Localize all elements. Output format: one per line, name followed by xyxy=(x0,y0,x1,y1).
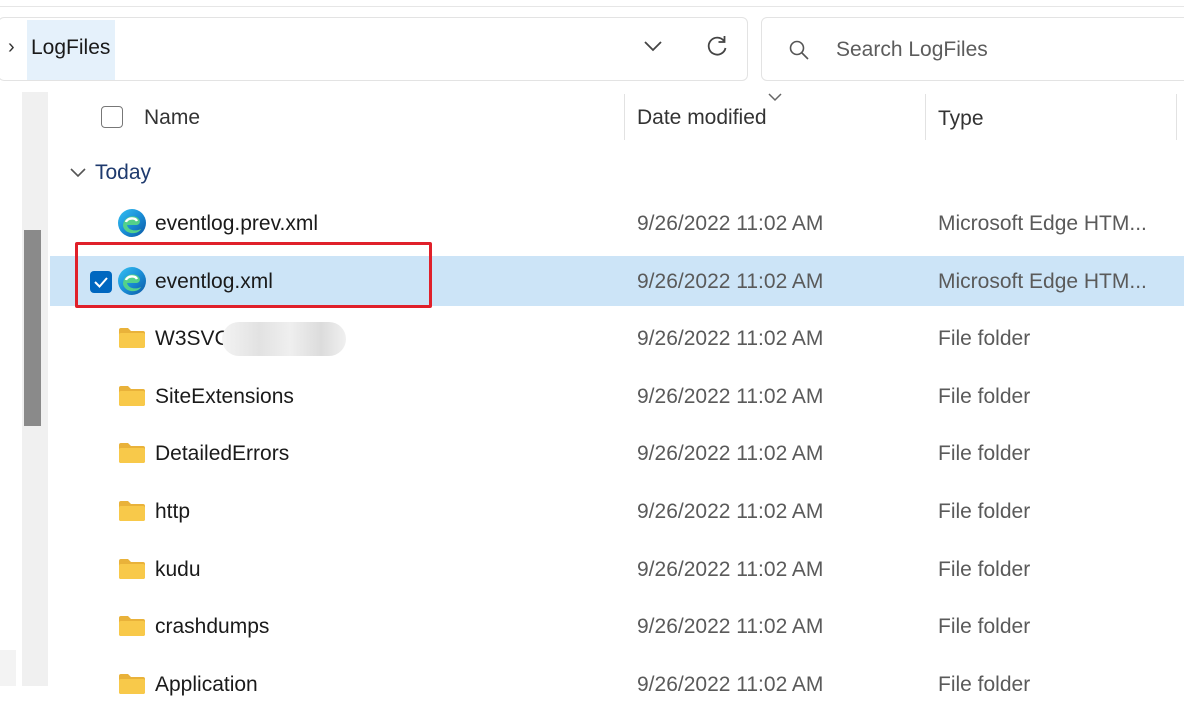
file-type: File folder xyxy=(938,615,1031,639)
select-all-checkbox[interactable] xyxy=(101,106,123,128)
file-name[interactable]: kudu xyxy=(155,558,201,582)
breadcrumb-logfiles[interactable]: LogFiles xyxy=(31,36,110,60)
column-header-name[interactable]: Name xyxy=(144,106,200,130)
search-input[interactable]: Search LogFiles xyxy=(836,38,988,62)
folder-icon xyxy=(118,500,146,527)
file-date-modified: 9/26/2022 11:02 AM xyxy=(637,672,824,696)
file-date-modified: 9/26/2022 11:02 AM xyxy=(637,442,824,466)
column-header-type[interactable]: Type xyxy=(938,107,984,131)
chevron-down-icon[interactable] xyxy=(641,36,665,61)
group-collapse-chevron-icon[interactable] xyxy=(69,166,87,185)
file-type: File folder xyxy=(938,384,1031,408)
column-divider[interactable] xyxy=(624,94,625,140)
group-header-today[interactable]: Today xyxy=(95,161,151,185)
file-type: File folder xyxy=(938,557,1031,581)
folder-icon xyxy=(118,673,146,700)
file-type: Microsoft Edge HTM... xyxy=(938,212,1147,235)
edge-icon xyxy=(117,208,147,243)
sort-indicator-icon xyxy=(767,89,783,107)
file-name[interactable]: W3SVC xyxy=(155,327,230,351)
breadcrumb-separator-icon[interactable]: › xyxy=(8,36,15,59)
file-date-modified: 9/26/2022 11:02 AM xyxy=(637,327,824,351)
file-type: File folder xyxy=(938,500,1031,523)
file-name[interactable]: DetailedErrors xyxy=(155,442,289,466)
file-name[interactable]: Application xyxy=(155,673,258,697)
file-date-modified: 9/26/2022 11:02 AM xyxy=(637,269,824,293)
file-name[interactable]: eventlog.prev.xml xyxy=(155,212,318,236)
column-header-date-modified[interactable]: Date modified xyxy=(637,106,767,130)
file-type: File folder xyxy=(938,327,1031,351)
file-name[interactable]: crashdumps xyxy=(155,615,269,639)
redacted-name-blur xyxy=(222,322,346,356)
file-date-modified: 9/26/2022 11:02 AM xyxy=(637,212,824,235)
folder-icon xyxy=(118,385,146,412)
file-date-modified: 9/26/2022 11:02 AM xyxy=(637,500,824,523)
refresh-icon[interactable] xyxy=(704,34,730,65)
file-date-modified: 9/26/2022 11:02 AM xyxy=(637,384,824,408)
column-divider[interactable] xyxy=(1176,94,1177,140)
column-divider[interactable] xyxy=(925,94,926,140)
file-name[interactable]: SiteExtensions xyxy=(155,385,294,409)
folder-icon xyxy=(118,615,146,642)
file-type: File folder xyxy=(938,672,1031,696)
file-type: File folder xyxy=(938,442,1031,466)
file-type: Microsoft Edge HTM... xyxy=(938,269,1147,293)
search-icon xyxy=(787,38,811,67)
file-date-modified: 9/26/2022 11:02 AM xyxy=(637,615,824,639)
window-top-edge xyxy=(0,0,1184,7)
file-date-modified: 9/26/2022 11:02 AM xyxy=(637,557,824,581)
file-name[interactable]: http xyxy=(155,500,190,524)
pane-corner xyxy=(0,650,16,686)
folder-icon xyxy=(118,558,146,585)
scrollbar-thumb[interactable] xyxy=(24,230,41,426)
folder-icon xyxy=(118,442,146,469)
folder-icon xyxy=(118,327,146,354)
highlight-box xyxy=(75,242,432,308)
